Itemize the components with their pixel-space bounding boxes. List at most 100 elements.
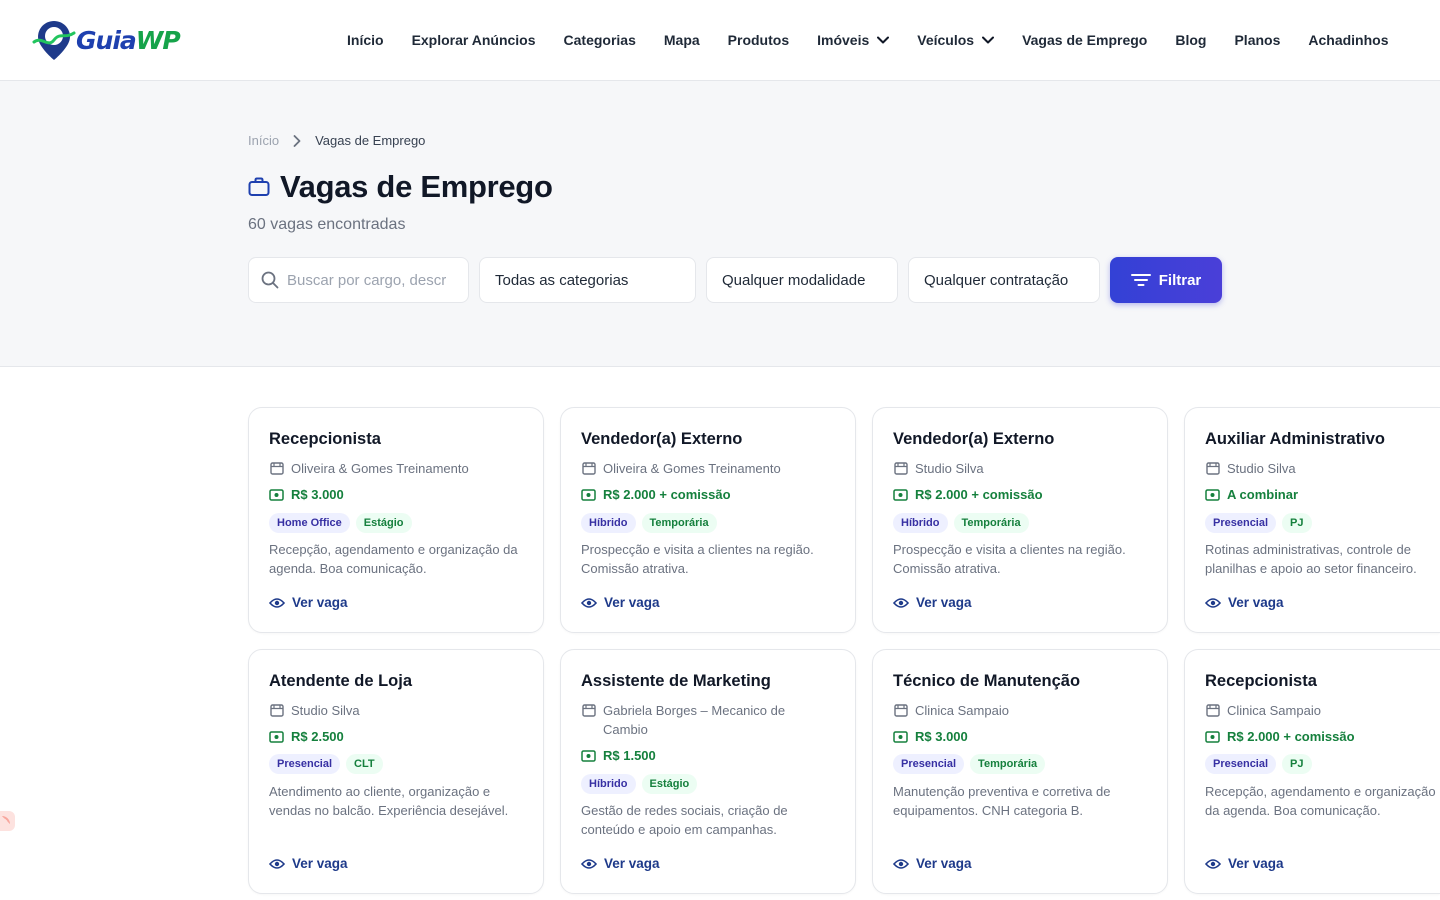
job-company: Oliveira & Gomes Treinamento	[582, 459, 832, 478]
view-job-link[interactable]: Ver vaga	[1205, 856, 1284, 871]
chevron-right-icon	[293, 134, 301, 147]
job-tags: Presencial PJ	[1205, 513, 1318, 533]
rss-icon[interactable]	[0, 811, 15, 831]
money-icon	[1205, 488, 1220, 501]
store-icon	[1206, 462, 1220, 475]
job-title[interactable]: Vendedor(a) Externo	[893, 430, 1054, 449]
view-job-link[interactable]: Ver vaga	[269, 595, 348, 610]
job-title[interactable]: Técnico de Manutenção	[893, 672, 1080, 691]
job-title[interactable]: Recepcionista	[269, 430, 381, 449]
nav-dropdown-imoveis[interactable]: Imóveis	[817, 28, 890, 52]
eye-icon	[581, 858, 597, 869]
eye-icon	[269, 597, 285, 608]
contract-badge: Temporária	[970, 754, 1046, 774]
job-description: Manutenção preventiva e corretiva de equ…	[893, 784, 1111, 818]
search-input[interactable]	[287, 271, 447, 289]
nav-link-explorar-anuncios[interactable]: Explorar Anúncios	[412, 28, 536, 52]
job-card[interactable]: Vendedor(a) Externo Studio Silva R$ 2.00…	[872, 407, 1168, 633]
job-title[interactable]: Atendente de Loja	[269, 672, 412, 691]
view-job-link[interactable]: Ver vaga	[893, 856, 972, 871]
job-description: Recepção, agendamento e organização da a…	[1205, 784, 1436, 818]
breadcrumb-home-link[interactable]: Início	[248, 133, 279, 148]
site-logo[interactable]: GuiaWP	[32, 18, 181, 62]
eye-icon	[893, 597, 909, 608]
view-job-link[interactable]: Ver vaga	[269, 856, 348, 871]
chevron-down-icon	[877, 36, 890, 44]
money-icon	[893, 730, 908, 743]
contract-badge: PJ	[1282, 513, 1312, 533]
job-title[interactable]: Assistente de Marketing	[581, 672, 771, 691]
page-title-row: Vagas de Emprego	[248, 169, 553, 205]
job-card[interactable]: Técnico de Manutenção Clinica Sampaio R$…	[872, 649, 1168, 894]
money-icon	[581, 488, 596, 501]
page-title: Vagas de Emprego	[280, 169, 553, 204]
nav-dropdown-veiculos[interactable]: Veículos	[917, 28, 995, 52]
nav-link-achadinhos[interactable]: Achadinhos	[1308, 28, 1388, 52]
money-icon	[893, 488, 908, 501]
job-description: Prospecção e visita a clientes na região…	[893, 542, 1126, 576]
search-field[interactable]	[248, 257, 469, 303]
nav-link-blog[interactable]: Blog	[1175, 28, 1206, 52]
job-salary: R$ 3.000	[269, 487, 344, 502]
store-icon	[1206, 704, 1220, 717]
job-salary: R$ 2.000 + comissão	[893, 487, 1043, 502]
modality-badge: Híbrido	[581, 774, 636, 794]
main-nav: Início Explorar Anúncios Categorias Mapa…	[347, 28, 1417, 52]
view-job-link[interactable]: Ver vaga	[581, 856, 660, 871]
job-title[interactable]: Vendedor(a) Externo	[581, 430, 742, 449]
logo-wordmark: GuiaWP	[76, 25, 181, 55]
job-salary: R$ 2.000 + comissão	[581, 487, 731, 502]
job-card[interactable]: Atendente de Loja Studio Silva R$ 2.500 …	[248, 649, 544, 894]
nav-link-categorias[interactable]: Categorias	[564, 28, 636, 52]
job-tags: Presencial Temporária	[893, 754, 1051, 774]
view-job-link[interactable]: Ver vaga	[1205, 595, 1284, 610]
job-card[interactable]: Recepcionista Oliveira & Gomes Treinamen…	[248, 407, 544, 633]
nav-link-planos[interactable]: Planos	[1234, 28, 1280, 52]
category-select[interactable]: Todas as categorias	[479, 257, 696, 303]
modality-select[interactable]: Qualquer modalidade	[706, 257, 898, 303]
job-company: Clinica Sampaio	[894, 701, 1144, 720]
modality-badge: Presencial	[1205, 754, 1277, 774]
store-icon	[582, 704, 596, 717]
contract-badge: Estágio	[355, 513, 412, 533]
breadcrumb-current: Vagas de Emprego	[315, 133, 426, 148]
filter-button[interactable]: Filtrar	[1110, 257, 1222, 303]
job-tags: Presencial CLT	[269, 754, 389, 774]
job-company: Studio Silva	[270, 701, 520, 720]
nav-link-inicio[interactable]: Início	[347, 28, 384, 52]
job-company: Oliveira & Gomes Treinamento	[270, 459, 520, 478]
job-tags: Presencial PJ	[1205, 754, 1318, 774]
eye-icon	[1205, 597, 1221, 608]
job-salary: R$ 2.500	[269, 729, 344, 744]
job-card[interactable]: Recepcionista Clinica Sampaio R$ 2.000 +…	[1184, 649, 1440, 894]
job-card[interactable]: Assistente de Marketing Gabriela Borges …	[560, 649, 856, 894]
job-description: Prospecção e visita a clientes na região…	[581, 542, 814, 576]
contract-badge: Temporária	[641, 513, 717, 533]
breadcrumb: Início Vagas de Emprego	[248, 133, 425, 148]
briefcase-icon	[248, 177, 270, 196]
store-icon	[270, 704, 284, 717]
search-icon	[261, 271, 279, 289]
job-title[interactable]: Auxiliar Administrativo	[1205, 430, 1385, 449]
money-icon	[1205, 730, 1220, 743]
job-description: Atendimento ao cliente, organização e ve…	[269, 784, 509, 818]
results-count: 60 vagas encontradas	[248, 216, 406, 233]
nav-link-mapa[interactable]: Mapa	[664, 28, 700, 52]
contract-select[interactable]: Qualquer contratação	[908, 257, 1100, 303]
view-job-link[interactable]: Ver vaga	[581, 595, 660, 610]
job-company: Gabriela Borges – Mecanico de Cambio	[582, 701, 812, 739]
store-icon	[582, 462, 596, 475]
nav-link-vagas-de-emprego[interactable]: Vagas de Emprego	[1022, 28, 1147, 52]
job-card[interactable]: Auxiliar Administrativo Studio Silva A c…	[1184, 407, 1440, 633]
view-job-link[interactable]: Ver vaga	[893, 595, 972, 610]
job-title[interactable]: Recepcionista	[1205, 672, 1317, 691]
job-company: Clinica Sampaio	[1206, 701, 1440, 720]
job-tags: Híbrido Temporária	[893, 513, 1035, 533]
modality-badge: Presencial	[1205, 513, 1277, 533]
money-icon	[581, 749, 596, 762]
job-salary: A combinar	[1205, 487, 1298, 502]
job-salary: R$ 1.500	[581, 748, 656, 763]
modality-badge: Híbrido	[581, 513, 636, 533]
job-card[interactable]: Vendedor(a) Externo Oliveira & Gomes Tre…	[560, 407, 856, 633]
nav-link-produtos[interactable]: Produtos	[728, 28, 789, 52]
